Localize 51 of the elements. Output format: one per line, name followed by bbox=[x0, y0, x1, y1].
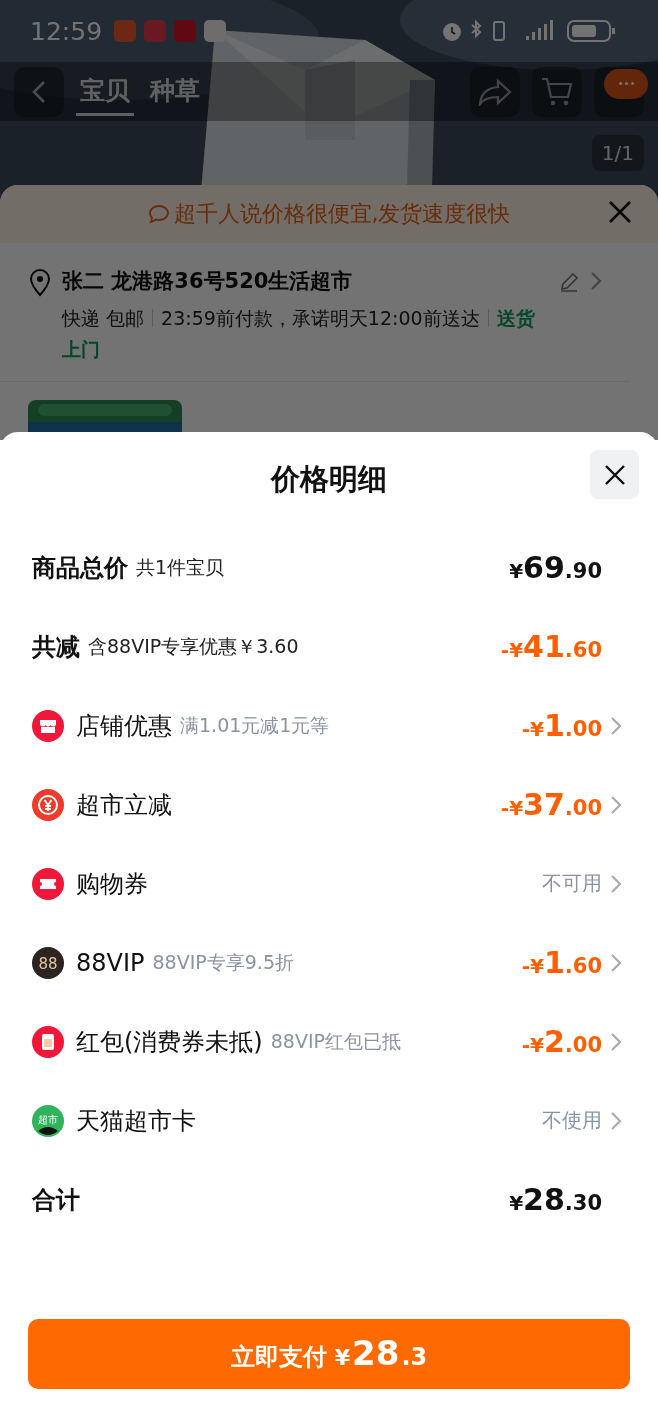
row-note: 88VIP专享9.5折 bbox=[152, 949, 294, 975]
amount: ¥28.30 bbox=[509, 1182, 602, 1217]
delivery-info: 快递 包邮 23:59前付款，承诺明天12:00前送达 送货上门 bbox=[62, 306, 536, 362]
app-icon bbox=[144, 20, 167, 43]
chat-icon bbox=[147, 204, 170, 224]
chevron-icon bbox=[590, 271, 602, 291]
amount: -¥37.00 bbox=[500, 787, 602, 822]
row-label: 共减 bbox=[32, 631, 80, 663]
app-icon bbox=[204, 20, 227, 43]
row-note: 满1.01元减1元等 bbox=[180, 712, 330, 738]
location-pin-icon bbox=[28, 269, 52, 297]
row-status[interactable]: 不可用 bbox=[542, 870, 602, 897]
share-icon bbox=[478, 77, 512, 106]
row-note: 含88VIP专享优惠￥3.60 bbox=[88, 633, 299, 659]
cart-icon bbox=[540, 75, 574, 108]
amount: ¥69.90 bbox=[509, 550, 602, 585]
row-label: 天猫超市卡 bbox=[76, 1105, 196, 1137]
address-text: 张二 龙港路36号520生活超市 bbox=[62, 268, 354, 295]
row-label: 超市立减 bbox=[76, 789, 172, 821]
row-label: 红包(消费券未抵) bbox=[76, 1026, 263, 1058]
vip-badge-icon: 88 bbox=[32, 946, 64, 979]
edit-icon[interactable] bbox=[558, 271, 580, 293]
notice-text: 超千人说价格很便宜,发货速度很快 bbox=[173, 200, 511, 228]
status-time: 12:59 bbox=[30, 16, 103, 46]
ticket-icon bbox=[32, 867, 64, 900]
app-icon bbox=[114, 20, 137, 43]
row-note: 88VIP红包已抵 bbox=[270, 1028, 401, 1054]
row-label: 店铺优惠 bbox=[76, 710, 172, 742]
yen-coin-icon bbox=[32, 788, 64, 821]
amount: -¥2.00 bbox=[521, 1024, 602, 1059]
pay-button[interactable]: 立即支付 ¥28.3 bbox=[28, 1319, 630, 1389]
shop-icon bbox=[32, 709, 64, 742]
back-icon bbox=[32, 79, 46, 104]
row-status[interactable]: 不使用 bbox=[542, 1107, 602, 1134]
row-label: 88VIP bbox=[76, 948, 145, 977]
supermarket-card-icon: 超市 bbox=[32, 1104, 64, 1137]
sheet-title: 价格明细 bbox=[271, 461, 387, 498]
app-icon bbox=[174, 20, 197, 43]
row-label: 购物券 bbox=[76, 868, 148, 900]
amount: -¥1.00 bbox=[521, 708, 602, 743]
close-icon bbox=[603, 463, 626, 486]
amount: -¥41.60 bbox=[500, 629, 602, 664]
close-button[interactable] bbox=[590, 450, 639, 499]
envelope-icon bbox=[32, 1025, 64, 1058]
nav-tab[interactable]: 宝贝 bbox=[76, 67, 134, 116]
close-icon bbox=[607, 199, 633, 225]
amount: -¥1.60 bbox=[521, 945, 602, 980]
nav-tab[interactable]: 种草 bbox=[146, 67, 204, 116]
row-label: 合计 bbox=[32, 1184, 80, 1216]
row-note: 共1件宝贝 bbox=[136, 554, 225, 580]
row-label: 商品总价 bbox=[32, 552, 128, 584]
